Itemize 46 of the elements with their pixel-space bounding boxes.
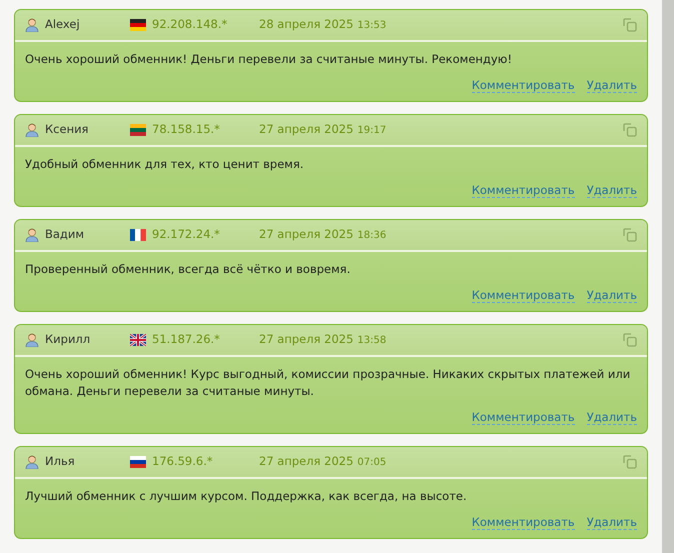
user-icon bbox=[25, 18, 39, 32]
action-link[interactable]: Комментировать bbox=[472, 288, 575, 303]
review-time: 19:17 bbox=[357, 124, 386, 138]
copy-icon[interactable] bbox=[623, 455, 637, 469]
review-date: 28 апреля 2025 bbox=[259, 16, 354, 34]
review-date: 27 апреля 2025 bbox=[259, 331, 354, 348]
action-link[interactable]: Удалить bbox=[586, 515, 637, 530]
review-time: 13:58 bbox=[357, 334, 386, 348]
author-name: Ксения bbox=[45, 121, 90, 138]
review-text: Удобный обменник для тех, кто ценит время. bbox=[25, 156, 305, 173]
review-time: 13:53 bbox=[357, 18, 386, 32]
copy-icon[interactable] bbox=[623, 18, 637, 32]
review-text: Проверенный обменник, всегда всё чётко и вовремя. bbox=[25, 261, 352, 278]
author-name: Илья bbox=[45, 453, 76, 470]
author-name: Вадим bbox=[45, 226, 86, 244]
copy-icon[interactable] bbox=[623, 123, 637, 137]
review-text: Очень хороший обменник! Курс выгодный, комиссии прозрачные. Никаких скрытых платежей или обмана. Деньги перевели за считаные минуты. bbox=[25, 366, 632, 400]
review-time: 07:05 bbox=[357, 456, 386, 470]
user-icon bbox=[25, 455, 39, 469]
author-name: Кирилл bbox=[45, 331, 92, 348]
user-icon bbox=[25, 228, 39, 242]
copy-icon[interactable] bbox=[623, 333, 637, 347]
ip-address: 176.59.6.* bbox=[152, 453, 214, 470]
review-date: 27 апреля 2025 bbox=[259, 121, 354, 138]
author-name: Alexej bbox=[45, 16, 81, 34]
review-text: Лучший обменник с лучшим курсом. Поддержка, как всегда, на высоте. bbox=[25, 488, 468, 505]
action-link[interactable]: Удалить bbox=[586, 183, 637, 198]
review-text: Очень хороший обменник! Деньги перевели за считаные минуты. Рекомендую! bbox=[25, 51, 513, 68]
ip-address: 92.172.24.* bbox=[152, 226, 221, 244]
action-link[interactable]: Удалить bbox=[586, 410, 637, 425]
scrollbar-track[interactable] bbox=[662, 0, 674, 553]
review-date: 27 апреля 2025 bbox=[259, 453, 354, 470]
user-icon bbox=[25, 333, 39, 347]
action-link[interactable]: Комментировать bbox=[472, 410, 575, 425]
copy-icon[interactable] bbox=[623, 228, 637, 242]
ip-address: 51.187.26.* bbox=[152, 331, 221, 348]
action-link[interactable]: Комментировать bbox=[472, 515, 575, 530]
user-icon bbox=[25, 123, 39, 137]
review-time: 18:36 bbox=[357, 228, 386, 242]
action-link[interactable]: Комментировать bbox=[472, 78, 575, 93]
ip-address: 92.208.148.* bbox=[152, 16, 228, 34]
review-date: 27 апреля 2025 bbox=[259, 226, 354, 244]
action-link[interactable]: Удалить bbox=[586, 288, 637, 303]
action-link[interactable]: Удалить bbox=[586, 78, 637, 93]
action-link[interactable]: Комментировать bbox=[472, 183, 575, 198]
ip-address: 78.158.15.* bbox=[152, 121, 221, 138]
